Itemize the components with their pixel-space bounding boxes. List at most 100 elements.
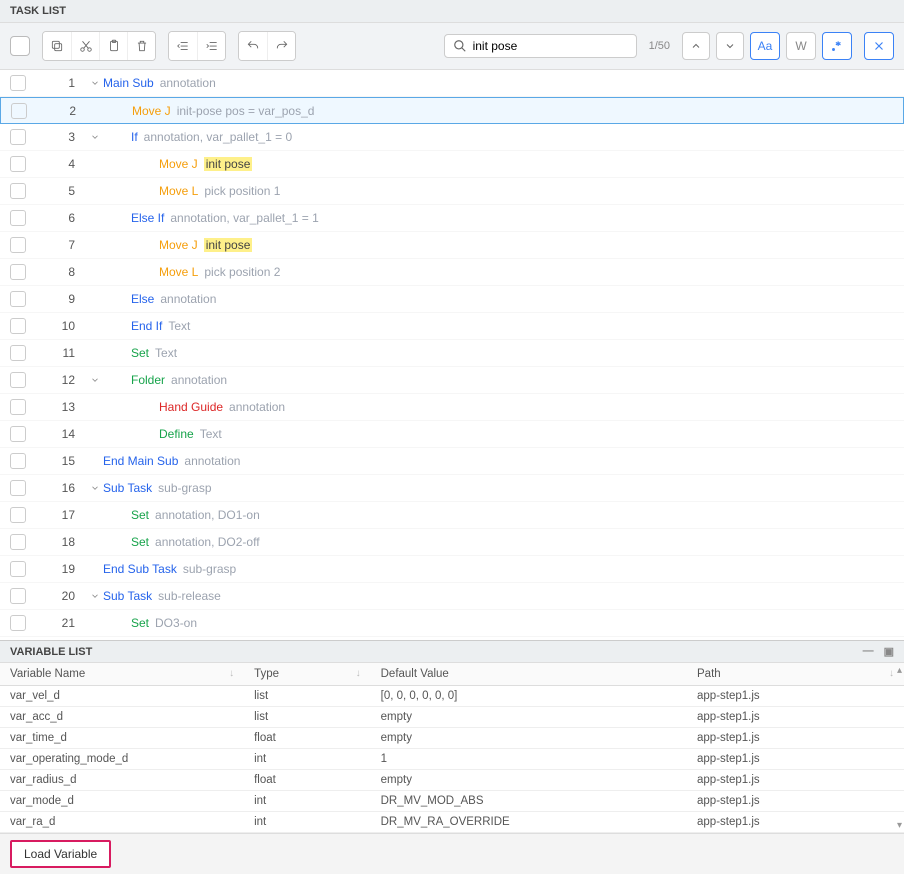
- row-content: SetText: [103, 346, 177, 360]
- task-row[interactable]: 6Else Ifannotation, var_pallet_1 = 1: [0, 205, 904, 232]
- match-case-toggle[interactable]: Aa: [750, 32, 780, 60]
- token-green: Set: [131, 535, 149, 549]
- var-name: var_ra_d: [0, 812, 244, 833]
- var-name: var_time_d: [0, 728, 244, 749]
- delete-button[interactable]: [127, 32, 155, 60]
- task-row[interactable]: 18Setannotation, DO2-off: [0, 529, 904, 556]
- indent-button[interactable]: [197, 32, 225, 60]
- token-blue: Main Sub: [103, 76, 154, 90]
- next-match-button[interactable]: [716, 32, 744, 60]
- row-checkbox[interactable]: [10, 318, 26, 334]
- variable-row[interactable]: var_time_dfloatemptyapp-step1.js: [0, 728, 904, 749]
- task-row[interactable]: 9Elseannotation: [0, 286, 904, 313]
- line-number: 9: [32, 292, 87, 306]
- token-anno: annotation: [171, 373, 227, 387]
- row-checkbox[interactable]: [10, 237, 26, 253]
- chevron-down-icon[interactable]: [87, 591, 103, 601]
- task-row[interactable]: 19End Sub Tasksub-grasp: [0, 556, 904, 583]
- variable-row[interactable]: var_ra_dintDR_MV_RA_OVERRIDEapp-step1.js: [0, 812, 904, 833]
- scrollbar-up[interactable]: ▴: [897, 665, 902, 676]
- row-checkbox[interactable]: [10, 534, 26, 550]
- chevron-down-icon[interactable]: [87, 132, 103, 142]
- variable-row[interactable]: var_acc_dlistemptyapp-step1.js: [0, 707, 904, 728]
- outdent-button[interactable]: [169, 32, 197, 60]
- line-number: 19: [32, 562, 87, 576]
- row-checkbox[interactable]: [10, 372, 26, 388]
- paste-button[interactable]: [99, 32, 127, 60]
- task-row[interactable]: 20Sub Tasksub-release: [0, 583, 904, 610]
- redo-button[interactable]: [267, 32, 295, 60]
- row-checkbox[interactable]: [10, 426, 26, 442]
- task-row[interactable]: 21SetDO3-on: [0, 610, 904, 637]
- var-type: list: [244, 707, 371, 728]
- task-row[interactable]: 2Move Jinit-pose pos = var_pos_d: [0, 97, 904, 124]
- row-checkbox[interactable]: [10, 399, 26, 415]
- col-default[interactable]: Default Value: [371, 663, 687, 686]
- task-row[interactable]: 13Hand Guideannotation: [0, 394, 904, 421]
- line-number: 18: [32, 535, 87, 549]
- row-content: Move Lpick position 2: [103, 265, 280, 279]
- row-checkbox[interactable]: [11, 103, 27, 119]
- undo-button[interactable]: [239, 32, 267, 60]
- task-row[interactable]: 17Setannotation, DO1-on: [0, 502, 904, 529]
- minimize-icon[interactable]: —: [863, 645, 874, 658]
- variable-row[interactable]: var_vel_dlist[0, 0, 0, 0, 0, 0]app-step1…: [0, 686, 904, 707]
- task-rows[interactable]: 1Main Subannotation2Move Jinit-pose pos …: [0, 70, 904, 640]
- row-checkbox[interactable]: [10, 210, 26, 226]
- col-path[interactable]: Path↓: [687, 663, 904, 686]
- col-name[interactable]: Variable Name↓: [0, 663, 244, 686]
- chevron-down-icon[interactable]: [87, 483, 103, 493]
- regex-toggle[interactable]: [822, 32, 852, 60]
- chevron-down-icon[interactable]: [87, 78, 103, 88]
- task-row[interactable]: 10End IfText: [0, 313, 904, 340]
- task-row[interactable]: 12Folderannotation: [0, 367, 904, 394]
- task-row[interactable]: 14DefineText: [0, 421, 904, 448]
- task-row[interactable]: 1Main Subannotation: [0, 70, 904, 97]
- token-anno: annotation: [160, 292, 216, 306]
- load-variable-button[interactable]: Load Variable: [10, 840, 111, 868]
- variable-row[interactable]: var_operating_mode_dint1app-step1.js: [0, 749, 904, 770]
- scrollbar-down[interactable]: ▾: [897, 820, 902, 831]
- row-checkbox[interactable]: [10, 615, 26, 631]
- task-list-header: TASK LIST: [0, 0, 904, 23]
- cut-button[interactable]: [71, 32, 99, 60]
- col-type[interactable]: Type↓: [244, 663, 371, 686]
- task-row[interactable]: 15End Main Subannotation: [0, 448, 904, 475]
- row-checkbox[interactable]: [10, 156, 26, 172]
- variable-row[interactable]: var_radius_dfloatemptyapp-step1.js: [0, 770, 904, 791]
- chevron-down-icon[interactable]: [87, 375, 103, 385]
- close-search-button[interactable]: [864, 32, 894, 60]
- row-checkbox[interactable]: [10, 129, 26, 145]
- variable-list-header: VARIABLE LIST — ▣: [0, 640, 904, 663]
- whole-word-toggle[interactable]: W: [786, 32, 816, 60]
- task-row[interactable]: 5Move Lpick position 1: [0, 178, 904, 205]
- search-input[interactable]: [473, 39, 628, 53]
- task-row[interactable]: 3Ifannotation, var_pallet_1 = 0: [0, 124, 904, 151]
- row-checkbox[interactable]: [10, 453, 26, 469]
- task-row[interactable]: 7Move Jinit pose: [0, 232, 904, 259]
- row-checkbox[interactable]: [10, 480, 26, 496]
- task-row[interactable]: 4Move Jinit pose: [0, 151, 904, 178]
- token-hl: init pose: [204, 157, 253, 171]
- row-checkbox[interactable]: [10, 75, 26, 91]
- row-checkbox[interactable]: [10, 183, 26, 199]
- var-path: app-step1.js: [687, 812, 904, 833]
- row-checkbox[interactable]: [10, 561, 26, 577]
- task-row[interactable]: 8Move Lpick position 2: [0, 259, 904, 286]
- task-row[interactable]: 16Sub Tasksub-grasp: [0, 475, 904, 502]
- prev-match-button[interactable]: [682, 32, 710, 60]
- variable-list-title: VARIABLE LIST: [10, 646, 92, 658]
- search-box[interactable]: [444, 34, 637, 58]
- row-content: End IfText: [103, 319, 190, 333]
- row-checkbox[interactable]: [10, 588, 26, 604]
- select-all-checkbox[interactable]: [10, 36, 30, 56]
- row-checkbox[interactable]: [10, 264, 26, 280]
- copy-button[interactable]: [43, 32, 71, 60]
- row-checkbox[interactable]: [10, 345, 26, 361]
- row-checkbox[interactable]: [10, 507, 26, 523]
- variable-row[interactable]: var_mode_dintDR_MV_MOD_ABSapp-step1.js: [0, 791, 904, 812]
- row-checkbox[interactable]: [10, 291, 26, 307]
- task-row[interactable]: 11SetText: [0, 340, 904, 367]
- var-type: int: [244, 791, 371, 812]
- maximize-icon[interactable]: ▣: [884, 645, 894, 658]
